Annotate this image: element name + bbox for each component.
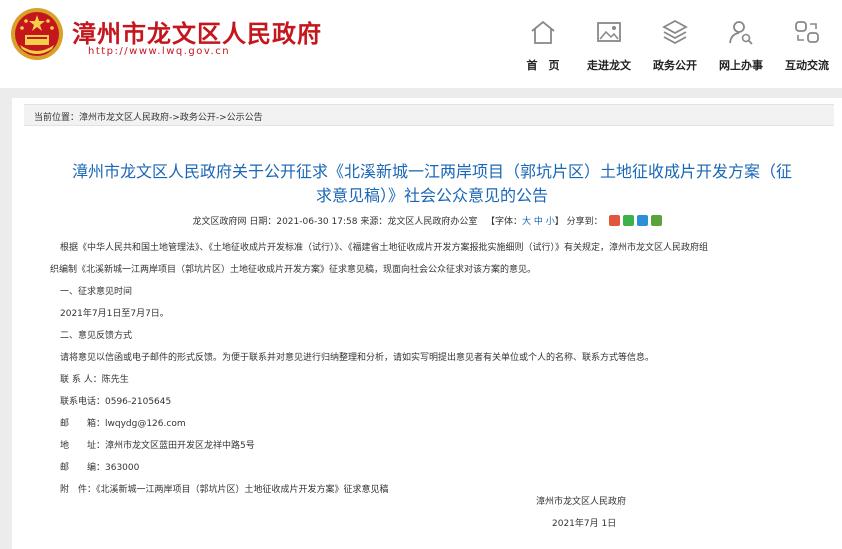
- contact-phone: 联系电话：0596-2105645: [60, 397, 172, 407]
- font-size-label: 【字体：: [485, 217, 522, 227]
- nav-gov-affairs[interactable]: 政务公开: [640, 12, 710, 78]
- font-size-close: 】: [554, 217, 564, 227]
- nav-gov-affairs-label: 政务公开: [653, 59, 697, 72]
- nav-online-services-label: 网上办事: [719, 59, 763, 72]
- nav-home[interactable]: 首 页: [508, 12, 578, 78]
- signature-date: 2021年7月 1日: [552, 519, 617, 529]
- layers-icon: [662, 19, 688, 45]
- font-size-large[interactable]: 大: [522, 217, 531, 227]
- font-size-medium[interactable]: 中: [534, 217, 543, 227]
- article-title: 漳州市龙文区人民政府关于公开征求《北溪新城一江两岸项目（郭坑片区）土地征收成片开…: [32, 160, 832, 208]
- paragraph: 2021年7月1日至7月7日。: [60, 309, 169, 319]
- breadcrumb-link-notices[interactable]: 公示公告: [227, 113, 263, 123]
- nav-interaction-label: 互动交流: [785, 59, 829, 72]
- weibo-share-icon[interactable]: [608, 215, 620, 226]
- interaction-icon: [795, 21, 819, 43]
- breadcrumb-prefix: 当前位置：: [34, 113, 80, 123]
- font-size-small[interactable]: 小: [546, 217, 555, 227]
- attachment-link[interactable]: 附 件：《北溪新城一江两岸项目（郭坑片区）土地征收成片开发方案》征求意见稿: [60, 482, 389, 495]
- meta-date-label: 日期：: [249, 217, 277, 227]
- home-icon: [531, 20, 555, 44]
- nav-online-services[interactable]: 网上办事: [706, 12, 776, 78]
- user-search-icon: [729, 21, 753, 45]
- breadcrumb-separator: ->: [169, 113, 180, 123]
- breadcrumb-link-gov-affairs[interactable]: 政务公开: [180, 113, 216, 123]
- meta-source: 龙文区政府网: [192, 217, 247, 227]
- article-meta: 龙文区政府网 日期：2021-06-30 17:58 来源：龙文区人民政府办公室…: [12, 214, 842, 227]
- share-label: 分享到：: [566, 217, 603, 227]
- signature-org: 漳州市龙文区人民政府: [536, 497, 627, 507]
- wechat-share-icon[interactable]: [622, 215, 634, 226]
- paragraph: 根据《中华人民共和国土地管理法》、《土地征收成片开发标准（试行）》、《福建省土地…: [60, 243, 709, 253]
- site-title[interactable]: 漳州市龙文区人民政府: [72, 14, 322, 49]
- paragraph: 织编制《北溪新城一江两岸项目（郭坑片区）土地征收成片开发方案》征求意见稿，现面向…: [50, 265, 537, 275]
- breadcrumb-separator: ->: [215, 113, 227, 123]
- nav-home-label: 首 页: [526, 59, 560, 72]
- image-icon: [597, 22, 621, 42]
- section-heading: 一、征求意见时间: [60, 287, 133, 297]
- section-heading: 二、意见反馈方式: [60, 331, 133, 341]
- contact-email: 邮 箱：lwqydg@126.com: [60, 419, 186, 429]
- contact-person: 联 系 人：陈先生: [60, 375, 129, 385]
- contact-address: 地 址：漳州市龙文区蓝田开发区龙祥中路5号: [60, 441, 255, 451]
- meta-origin: 龙文区人民政府办公室: [387, 217, 478, 227]
- breadcrumb-link-home[interactable]: 漳州市龙文区人民政府: [79, 113, 169, 123]
- paragraph: 请将意见以信函或电子邮件的形式反馈。为便于联系并对意见进行归纳整理和分析，请如实…: [60, 353, 655, 363]
- meta-origin-label: 来源：: [360, 217, 388, 227]
- nav-about-longwen-label: 走进龙文: [587, 59, 631, 72]
- article-title-line: 求意见稿）》社会公众意见的公告: [315, 186, 548, 205]
- site-url: http://www.lwq.gov.cn: [88, 46, 231, 57]
- site-header: 漳州市龙文区人民政府 http://www.lwq.gov.cn 首 页 走进龙…: [0, 0, 842, 88]
- meta-date: 2021-06-30 17:58: [276, 217, 358, 227]
- national-emblem-icon: [11, 8, 63, 60]
- qzone-share-icon[interactable]: [650, 215, 662, 226]
- content-panel: 当前位置：漳州市龙文区人民政府->政务公开->公示公告 漳州市龙文区人民政府关于…: [12, 98, 842, 549]
- nav-about-longwen[interactable]: 走进龙文: [574, 12, 644, 78]
- qq-share-icon[interactable]: [636, 215, 648, 226]
- article-title-line: 漳州市龙文区人民政府关于公开征求《北溪新城一江两岸项目（郭坑片区）土地征收成片开…: [71, 162, 792, 181]
- nav-interaction[interactable]: 互动交流: [772, 12, 842, 78]
- contact-postcode: 邮 编：363000: [60, 463, 140, 473]
- breadcrumb: 当前位置：漳州市龙文区人民政府->政务公开->公示公告: [24, 104, 834, 126]
